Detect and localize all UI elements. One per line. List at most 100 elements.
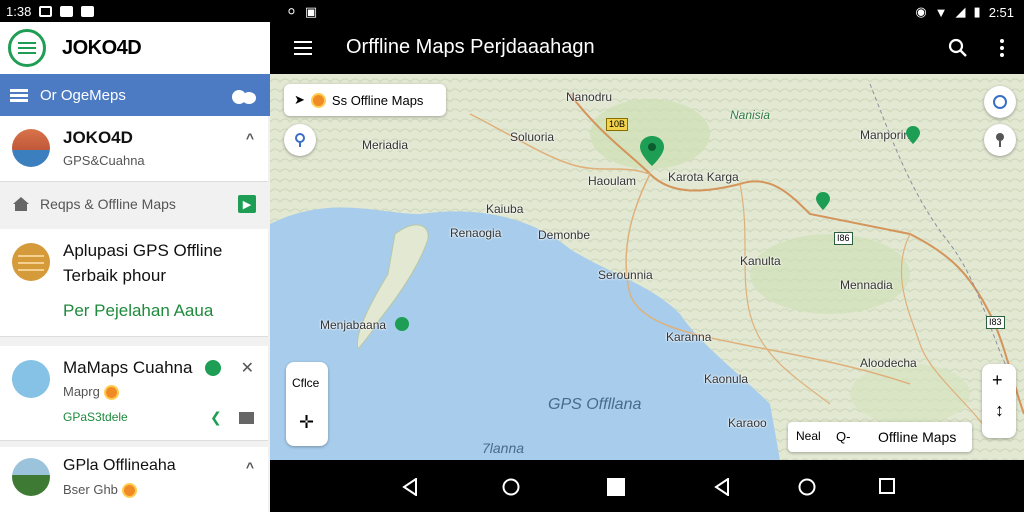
account-title: JOKO4D (63, 128, 133, 147)
chevron-up-icon[interactable]: ^ (246, 130, 254, 146)
app-icon (81, 5, 95, 17)
chip-label: Offline Maps (878, 429, 957, 445)
offline-maps-bar[interactable]: Or OgeMeps (0, 74, 270, 116)
zoom-out-icon[interactable]: ✛ (299, 412, 314, 433)
page-title: Orffline Maps Perjdaaahagn (346, 36, 595, 58)
account-card[interactable]: JOKO4D GPS&Cuahna ^ (0, 116, 268, 182)
place-label: Demonbe (538, 228, 591, 242)
avatar (12, 458, 50, 496)
offline-maps-chip[interactable]: ➤ Ss Offline Maps (284, 84, 446, 116)
avatar (12, 360, 50, 398)
status-time: 1:38 (6, 3, 32, 19)
zoom-controls-right: + ↕ (982, 364, 1016, 438)
place-label: Haoulam (588, 174, 637, 188)
mail-icon[interactable] (239, 412, 254, 424)
water-label: 7lanna (482, 440, 525, 456)
place-label: Karaoo (728, 416, 767, 430)
verified-badge-icon (205, 360, 221, 376)
water-label: GPS Offllana (548, 396, 642, 413)
map-view[interactable]: ➤ Ss Offline Maps Nanodru Nanisia Manpor… (270, 74, 1024, 460)
search-icon[interactable] (948, 38, 968, 58)
emoji-icon (121, 483, 137, 499)
status-bar-left: 1:38 (0, 0, 270, 22)
home-row[interactable]: Reqps & Offline Maps ▶ (0, 182, 268, 226)
chevron-up-icon[interactable]: ^ (246, 459, 254, 475)
map-pin-icon[interactable] (906, 126, 920, 144)
place-label: Nanodru (566, 90, 613, 104)
offline-maps-bar-label: Or OgeMeps (40, 86, 126, 104)
promo-line-3[interactable]: Per Pejelahan Aaua (63, 301, 213, 321)
layers-button[interactable] (984, 86, 1016, 118)
avatar (12, 129, 50, 167)
compass-icon (993, 95, 1007, 109)
road-shield: I83 (986, 316, 1005, 329)
place-label: Aloodecha (860, 356, 917, 370)
emoji-icon (310, 92, 326, 108)
place-label: Menjabaana (320, 318, 387, 332)
place-label: Meriadia (362, 138, 409, 152)
home-icon (13, 197, 29, 211)
navigation-bar (270, 460, 1024, 512)
arrow-right-icon[interactable]: ▶ (238, 195, 256, 213)
maps-card[interactable]: MaMaps Cuahna ✕ Maprg GPaS3tdele ❮ (0, 346, 268, 441)
gps-card[interactable]: GPla Offlineaha Bser Ghb ^ (0, 447, 268, 512)
pin-icon (295, 133, 305, 147)
sync-icon: ⚪ (286, 4, 297, 19)
menu-logo-icon[interactable] (8, 29, 46, 67)
zoom-in-icon[interactable]: + (992, 370, 1003, 391)
place-label: Kaonula (704, 372, 749, 386)
home-icon[interactable] (502, 478, 520, 496)
gallery-icon (39, 5, 53, 17)
place-label: Mennadia (840, 278, 893, 292)
place-label: Kanulta (740, 254, 781, 268)
promo-line-1: Aplupasi GPS Offline (63, 241, 223, 260)
home-icon[interactable] (798, 478, 816, 496)
navigate-icon: ➤ (294, 92, 305, 107)
map-pin-icon[interactable] (816, 192, 830, 210)
chip-left-label: Neal (796, 429, 821, 443)
promo-card[interactable]: Aplupasi GPS Offline Terbaik phour Per P… (0, 229, 268, 337)
signal-icon: ◢ (955, 4, 966, 19)
map-app: ⚪ ▣ ◉ ▼ ◢ ▮ 2:51 Orffline Maps Perjdaaah… (270, 0, 1024, 512)
photo-icon (60, 5, 74, 17)
place-label: Karota Karga (668, 170, 739, 184)
recents-icon[interactable] (879, 478, 895, 494)
maps-card-title: MaMaps Cuahna (63, 358, 193, 377)
road-shield: I86 (834, 232, 853, 245)
gps-card-title: GPla Offlineaha (63, 457, 176, 474)
status-bar-right: ⚪ ▣ ◉ ▼ ◢ ▮ 2:51 (270, 0, 1024, 22)
place-label: Kaiuba (486, 202, 524, 216)
offline-maps-search-chip[interactable]: Neal Q- Offline Maps (788, 422, 972, 452)
search-icon[interactable]: Q- (836, 429, 850, 444)
compass-needle-icon[interactable]: ↕ (995, 400, 1004, 421)
home-row-label: Reqps & Offline Maps (40, 196, 176, 212)
back-icon[interactable] (714, 478, 730, 496)
brand-name: JOKO4D (62, 36, 142, 59)
offline-maps-chip-label: Ss Offline Maps (331, 92, 424, 108)
more-vert-icon[interactable] (1000, 38, 1004, 58)
share-icon[interactable]: ❮ (210, 409, 222, 426)
battery-icon: ▮ (973, 4, 981, 19)
back-icon[interactable] (402, 478, 418, 496)
close-icon[interactable]: ✕ (241, 358, 254, 378)
map-pin-icon[interactable] (394, 316, 410, 332)
map-pin-icon[interactable] (640, 136, 664, 166)
recents-icon[interactable] (607, 478, 625, 496)
place-label: Serounnia (598, 268, 653, 282)
place-label: Nanisia (730, 108, 771, 122)
side-panel: 1:38 JOKO4D Or OgeMeps JOKO4D GPS&Cuahna… (0, 0, 270, 512)
brand-header: JOKO4D (0, 22, 270, 74)
location-pin-button[interactable] (284, 124, 316, 156)
maps-card-link[interactable]: GPaS3tdele (63, 410, 128, 424)
list-icon (10, 88, 28, 102)
place-label: Karanna (666, 330, 712, 344)
promo-line-2: Terbaik phour (63, 266, 167, 285)
account-subtitle: GPS&Cuahna (63, 153, 145, 168)
maps-card-subtitle: Maprg (63, 384, 119, 401)
hamburger-menu-icon[interactable] (294, 41, 312, 55)
pin-icon (996, 133, 1004, 147)
cloud-icon[interactable] (232, 86, 258, 104)
notification-icon: ▣ (304, 4, 318, 19)
wifi-icon: ▼ (934, 4, 948, 20)
my-location-button[interactable] (984, 124, 1016, 156)
